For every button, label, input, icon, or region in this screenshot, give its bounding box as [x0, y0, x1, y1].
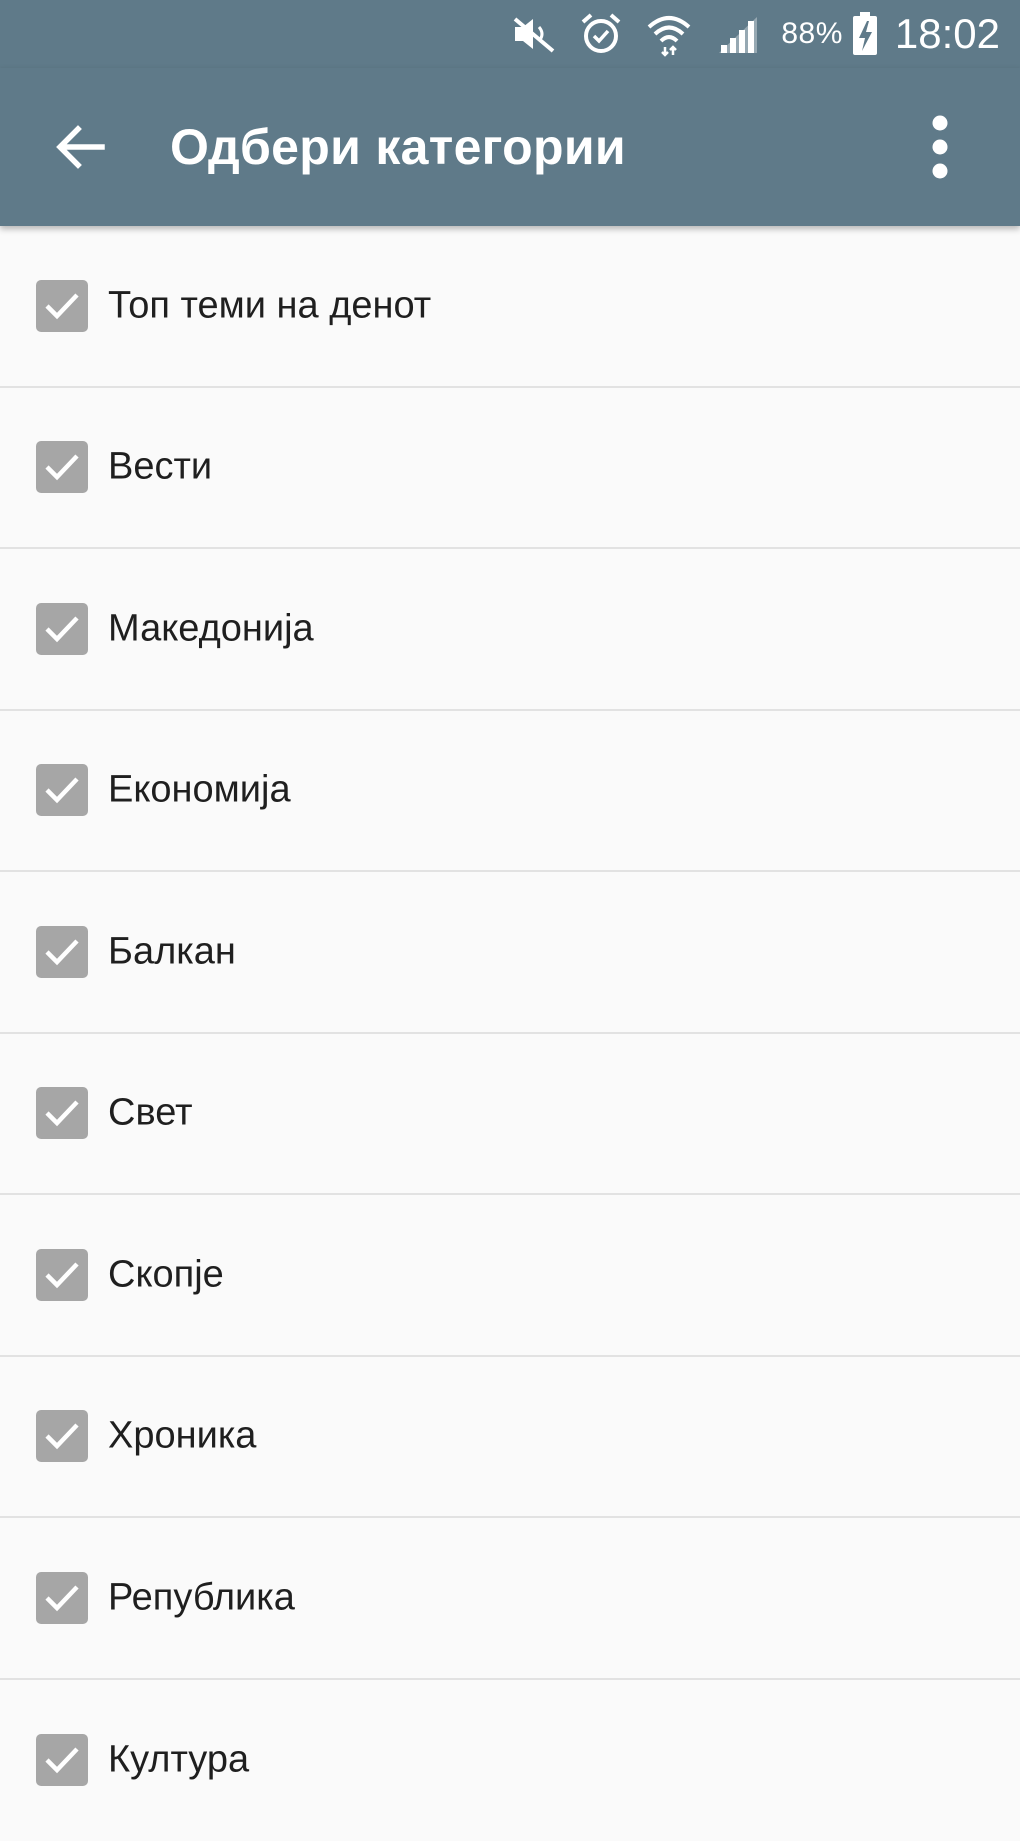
check-icon: [44, 452, 80, 482]
category-item[interactable]: Топ теми на денот: [0, 226, 1020, 388]
category-checkbox[interactable]: [36, 1249, 88, 1301]
category-item[interactable]: Балкан: [0, 872, 1020, 1034]
category-checkbox[interactable]: [36, 1410, 88, 1462]
category-label: Хроника: [108, 1415, 256, 1458]
category-item[interactable]: Македонија: [0, 549, 1020, 711]
category-label: Република: [108, 1576, 295, 1619]
category-label: Скопје: [108, 1253, 224, 1296]
category-label: Свет: [108, 1092, 192, 1135]
app-bar: Одбери категории: [0, 68, 1020, 226]
category-label: Македонија: [108, 607, 314, 650]
check-icon: [44, 1583, 80, 1613]
arrow-left-icon: [54, 124, 106, 170]
mute-icon: [511, 13, 557, 55]
check-icon: [44, 1421, 80, 1451]
check-icon: [44, 1098, 80, 1128]
category-item[interactable]: Хроника: [0, 1357, 1020, 1519]
check-icon: [44, 291, 80, 321]
clock: 18:02: [895, 10, 1000, 58]
category-checkbox[interactable]: [36, 926, 88, 978]
category-checkbox[interactable]: [36, 1734, 88, 1786]
category-label: Балкан: [108, 930, 236, 973]
category-item[interactable]: Република: [0, 1518, 1020, 1680]
category-label: Топ теми на денот: [108, 284, 431, 327]
category-checkbox[interactable]: [36, 1087, 88, 1139]
category-label: Култура: [108, 1739, 249, 1782]
check-icon: [44, 1745, 80, 1775]
more-vert-icon: [930, 114, 950, 180]
category-item[interactable]: Култура: [0, 1680, 1020, 1841]
category-item[interactable]: Скопје: [0, 1195, 1020, 1357]
category-label: Економија: [108, 769, 291, 812]
overflow-menu-button[interactable]: [890, 97, 990, 197]
back-button[interactable]: [30, 97, 130, 197]
category-list: Топ теми на денот Вести Македонија Еконо…: [0, 226, 1020, 1841]
status-bar: 88% 18:02: [0, 0, 1020, 68]
battery-charging-icon: [851, 11, 879, 57]
check-icon: [44, 775, 80, 805]
category-checkbox[interactable]: [36, 764, 88, 816]
wifi-icon: [645, 11, 693, 57]
check-icon: [44, 1260, 80, 1290]
category-label: Вести: [108, 446, 212, 489]
signal-icon: [715, 13, 761, 55]
category-checkbox[interactable]: [36, 280, 88, 332]
page-title: Одбери категории: [170, 118, 626, 176]
check-icon: [44, 937, 80, 967]
category-checkbox[interactable]: [36, 1572, 88, 1624]
category-item[interactable]: Економија: [0, 711, 1020, 873]
category-checkbox[interactable]: [36, 603, 88, 655]
category-item[interactable]: Вести: [0, 388, 1020, 550]
check-icon: [44, 614, 80, 644]
alarm-icon: [579, 12, 623, 56]
category-checkbox[interactable]: [36, 441, 88, 493]
category-item[interactable]: Свет: [0, 1034, 1020, 1196]
battery-percent: 88%: [781, 17, 843, 51]
